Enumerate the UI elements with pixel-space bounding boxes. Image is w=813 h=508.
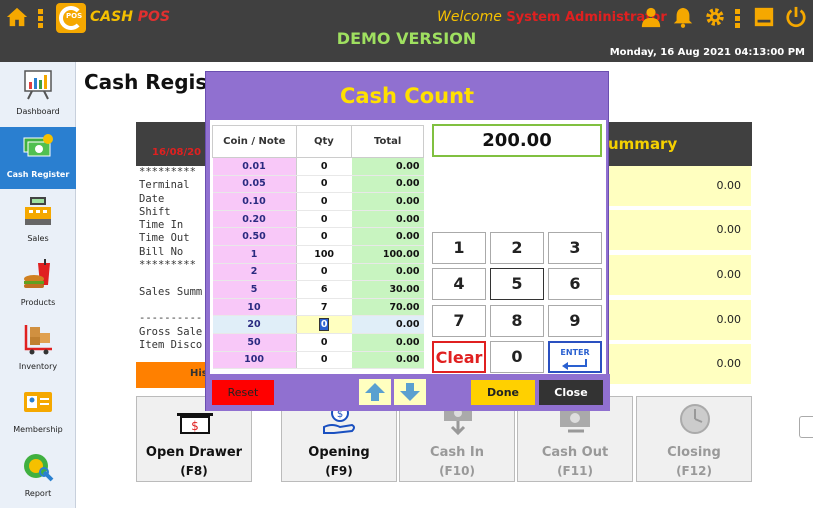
food-icon <box>24 259 50 288</box>
receipt-date: 16/08/20 <box>152 147 202 158</box>
table-row[interactable]: 5 6 30.00 <box>212 280 424 299</box>
column-header-coin: Coin / Note <box>212 125 297 158</box>
enter-arrow-icon <box>562 359 587 370</box>
datetime-display: Monday, 16 Aug 2021 04:13:00 PM <box>609 47 805 58</box>
home-icon[interactable] <box>6 6 28 28</box>
menu-dots-icon[interactable] <box>38 8 46 28</box>
minimize-icon[interactable] <box>753 6 775 28</box>
welcome-text: Welcome System Administrator <box>437 9 667 25</box>
sidebar: Dashboard Cash Register Sales Products I… <box>0 62 76 508</box>
key-0[interactable]: 0 <box>490 341 544 373</box>
arrow-up-icon <box>365 383 385 401</box>
done-button[interactable]: Done <box>471 380 535 405</box>
receipt-text: ********* Terminal Date Shift Time In Ti… <box>136 166 206 362</box>
inventory-icon <box>24 325 52 355</box>
key-6[interactable]: 6 <box>548 268 602 300</box>
gear-icon[interactable] <box>704 6 726 28</box>
table-row[interactable]: 2 0 0.00 <box>212 263 424 282</box>
key-8[interactable]: 8 <box>490 305 544 337</box>
sidebar-item-cash-register[interactable]: Cash Register <box>0 127 76 189</box>
summary-row: 0.00 <box>608 210 751 250</box>
chart-icon <box>24 70 52 100</box>
table-row[interactable]: 0.01 0 0.00 <box>212 157 424 176</box>
sidebar-item-inventory[interactable]: Inventory <box>0 319 76 381</box>
cash-icon <box>23 134 53 157</box>
user-icon[interactable] <box>640 6 662 28</box>
qty-input[interactable]: 0 <box>295 315 352 334</box>
key-3[interactable]: 3 <box>548 232 602 264</box>
summary-row: 0.00 <box>608 166 751 206</box>
reset-button[interactable]: Reset <box>212 380 274 405</box>
sidebar-item-membership[interactable]: Membership <box>0 382 76 444</box>
summary-row: 0.00 <box>608 344 751 384</box>
summary-row: 0.00 <box>608 255 751 295</box>
column-header-total: Total <box>351 125 424 158</box>
clock-icon <box>680 404 710 434</box>
table-row[interactable]: 100 0 0.00 <box>212 351 424 370</box>
key-1[interactable]: 1 <box>432 232 486 264</box>
top-bar: POS CASH POS Welcome System Administrato… <box>0 0 813 62</box>
history-button[interactable]: His <box>136 362 208 388</box>
arrow-up-button[interactable] <box>359 379 391 405</box>
table-row[interactable]: 0.05 0 0.00 <box>212 175 424 194</box>
dialog-title: Cash Count <box>339 84 475 108</box>
key-2[interactable]: 2 <box>490 232 544 264</box>
sidebar-item-sales[interactable]: Sales <box>0 191 76 253</box>
closing-button[interactable]: Closing (F12) <box>636 396 752 482</box>
bell-icon[interactable] <box>672 6 694 28</box>
summary-header: ummary <box>608 135 678 153</box>
membership-card-icon <box>24 392 52 412</box>
table-row[interactable]: 1 100 100.00 <box>212 245 424 264</box>
key-9[interactable]: 9 <box>548 305 602 337</box>
arrow-down-button[interactable] <box>394 379 426 405</box>
app-logo-text: CASH POS <box>90 9 171 25</box>
table-row[interactable]: 0.10 0 0.00 <box>212 192 424 211</box>
table-row[interactable]: 10 7 70.00 <box>212 298 424 317</box>
register-icon <box>25 197 51 225</box>
table-row[interactable]: 0.50 0 0.00 <box>212 227 424 246</box>
demo-banner: DEMO VERSION <box>336 29 477 48</box>
report-icon <box>24 454 54 482</box>
enter-button[interactable]: ENTER <box>548 341 602 373</box>
key-7[interactable]: 7 <box>432 305 486 337</box>
svg-text:$: $ <box>191 419 199 433</box>
table-row-selected[interactable]: 20 0 0.00 <box>212 315 424 334</box>
clear-button[interactable]: Clear <box>432 341 486 373</box>
page-title: Cash Regist <box>84 70 217 94</box>
menu-dots-icon[interactable] <box>735 8 743 28</box>
cash-count-table: Coin / Note Qty Total 0.01 0 0.00 0.05 0 0.0… <box>212 125 424 370</box>
column-header-qty: Qty <box>295 125 353 158</box>
key-5[interactable]: 5 <box>490 268 544 300</box>
side-scroll-tab[interactable] <box>799 416 813 438</box>
close-button[interactable]: Close <box>539 380 603 405</box>
sidebar-item-report[interactable]: Report <box>0 446 76 508</box>
table-row[interactable]: 0.20 0 0.00 <box>212 210 424 229</box>
table-row[interactable]: 50 0 0.00 <box>212 333 424 352</box>
total-display: 200.00 <box>432 124 602 157</box>
summary-row: 0.00 <box>608 300 751 340</box>
key-4[interactable]: 4 <box>432 268 486 300</box>
arrow-down-icon <box>400 383 420 401</box>
sidebar-item-products[interactable]: Products <box>0 255 76 317</box>
sidebar-item-dashboard[interactable]: Dashboard <box>0 64 76 126</box>
power-icon[interactable] <box>785 6 807 28</box>
